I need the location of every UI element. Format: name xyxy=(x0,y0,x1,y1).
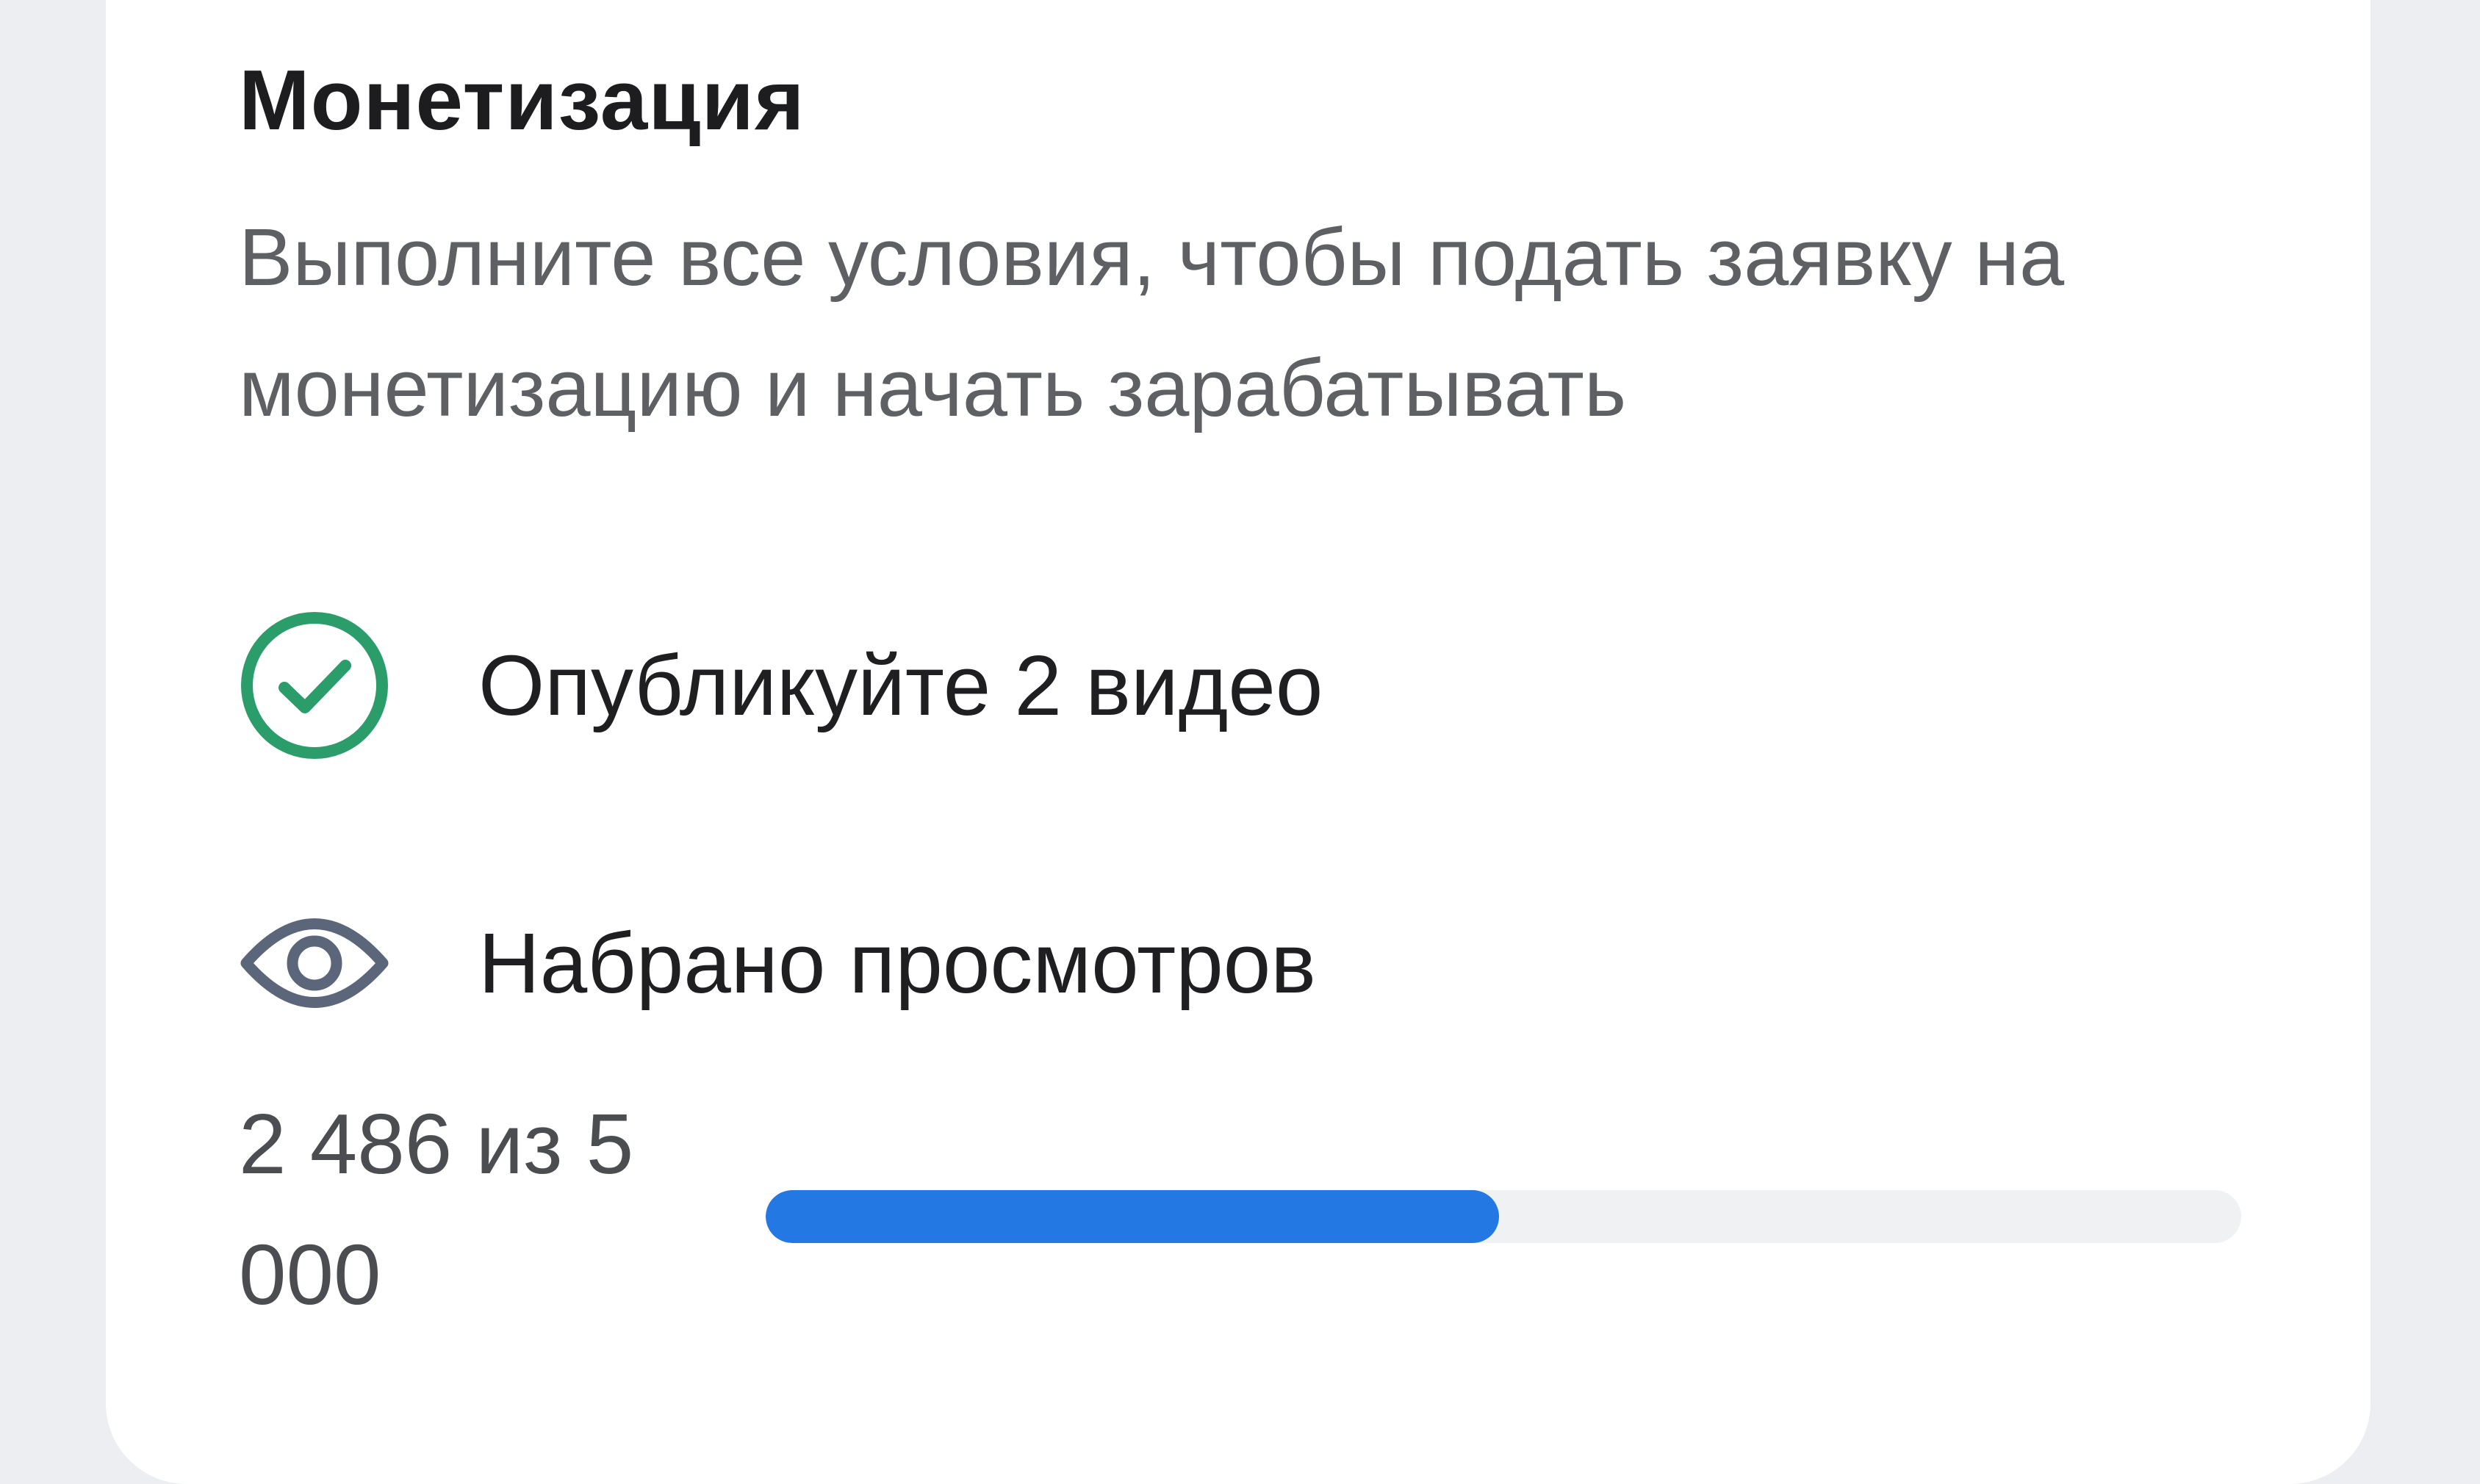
card-subtitle: Выполните все условия, чтобы подать заяв… xyxy=(239,212,2065,433)
condition-label: Набрано просмотров xyxy=(478,915,1316,1011)
views-progress-fill xyxy=(766,1190,1500,1243)
views-progress-count: 2 486 из 5 000 xyxy=(239,1096,634,1322)
card-title: Монетизация xyxy=(239,52,805,148)
views-progress-bar xyxy=(766,1190,2241,1243)
condition-views: Набрано просмотров xyxy=(239,887,1316,1039)
eye-icon xyxy=(239,887,390,1039)
condition-publish-videos: Опубликуйте 2 видео xyxy=(239,610,1323,761)
check-circle-icon xyxy=(239,610,390,761)
condition-label: Опубликуйте 2 видео xyxy=(478,638,1323,733)
